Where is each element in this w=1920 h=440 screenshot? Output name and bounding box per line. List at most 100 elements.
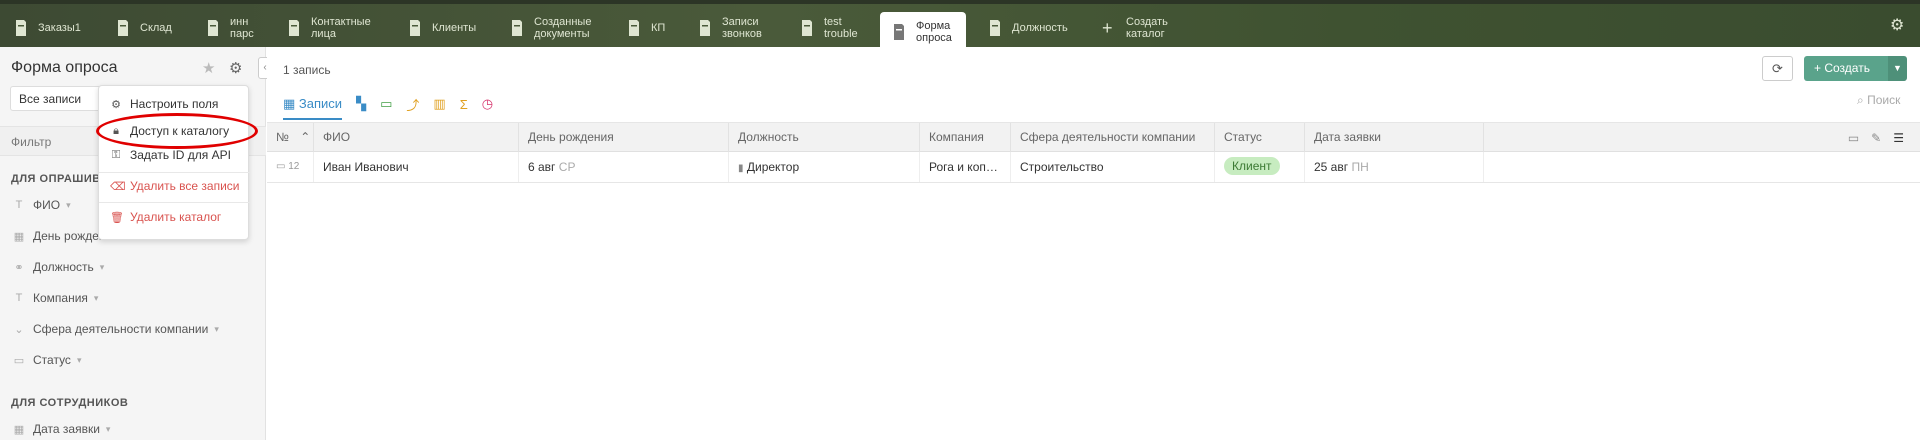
table-header: № ⌃ ФИО День рождения Должность Компания… bbox=[267, 122, 1920, 152]
view-history[interactable]: ◷ bbox=[482, 96, 493, 112]
col-position[interactable]: Должность bbox=[729, 123, 920, 152]
text-type-icon: T bbox=[15, 292, 23, 304]
cell-position[interactable]: ▮ Директор bbox=[729, 152, 920, 182]
catalog-icon bbox=[118, 20, 128, 36]
eraser-icon: ⌫ bbox=[110, 180, 126, 193]
field-status[interactable]: ▭ Статус ▾ bbox=[13, 353, 82, 367]
col-num[interactable]: № ⌃ bbox=[267, 123, 314, 152]
top-tab-bar: Заказы1 Склад инн парс Контактные лица К… bbox=[0, 0, 1920, 51]
menu-label: Удалить каталог bbox=[130, 210, 222, 224]
key-icon: ⚿ bbox=[111, 148, 121, 161]
col-label: День рождения bbox=[528, 130, 614, 144]
menu-label: Настроить поля bbox=[130, 97, 219, 111]
table-icon: ▦ bbox=[283, 96, 296, 111]
view-calendar[interactable]: ▭ bbox=[380, 96, 392, 112]
catalog-icon bbox=[990, 20, 1000, 36]
section-staff: ДЛЯ СОТРУДНИКОВ bbox=[11, 397, 129, 409]
col-sphere[interactable]: Сфера деятельности компании bbox=[1011, 123, 1215, 152]
star-icon[interactable]: ★ bbox=[202, 59, 215, 77]
catalog-icon bbox=[289, 20, 299, 36]
comment-icon[interactable]: ▭ bbox=[1848, 131, 1859, 145]
cell-fio: Иван Иванович bbox=[314, 152, 519, 182]
table-row[interactable]: ▭ 12 Иван Иванович 6 авг СР ▮ Директор Р… bbox=[267, 152, 1920, 183]
tab-kp[interactable]: КП bbox=[627, 10, 665, 46]
catalog-icon bbox=[208, 20, 218, 36]
view-summary[interactable]: Σ bbox=[460, 97, 468, 112]
cell-birthday: 6 авг СР bbox=[519, 152, 729, 182]
create-button[interactable]: + Создать bbox=[1804, 56, 1888, 81]
col-label: № bbox=[276, 130, 289, 144]
col-company[interactable]: Компания bbox=[920, 123, 1011, 152]
menu-configure-fields[interactable]: ⚙ Настроить поля bbox=[110, 97, 218, 111]
chevron-down-icon: ▾ bbox=[214, 323, 219, 334]
tab-calls[interactable]: Записи звонков bbox=[698, 10, 770, 46]
menu-label: Доступ к каталогу bbox=[130, 124, 230, 138]
tab-survey-form[interactable]: Форма опроса bbox=[880, 12, 966, 51]
chevron-down-icon: ▾ bbox=[99, 261, 105, 272]
field-position[interactable]: ⚭ Должность ▾ bbox=[13, 260, 104, 274]
status-badge: Клиент bbox=[1224, 157, 1280, 175]
field-request-date[interactable]: ▦ Дата заявки ▾ bbox=[13, 422, 111, 436]
edit-icon[interactable]: ✎ bbox=[1871, 131, 1881, 145]
tab-create-catalog[interactable]: + Создать каталог bbox=[1102, 10, 1182, 46]
col-status[interactable]: Статус bbox=[1215, 123, 1305, 152]
search-icon: ⌕ bbox=[1857, 93, 1864, 107]
tab-label: test trouble bbox=[824, 16, 858, 40]
tab-label: Клиенты bbox=[432, 22, 477, 34]
plus-icon: + bbox=[1102, 18, 1113, 38]
birthday-value: 6 авг bbox=[528, 160, 556, 174]
field-label: Компания bbox=[33, 291, 88, 305]
field-company[interactable]: T Компания ▾ bbox=[13, 291, 99, 305]
tab-clients[interactable]: Клиенты bbox=[408, 10, 476, 46]
cell-status: Клиент bbox=[1215, 152, 1305, 182]
tab-label: КП bbox=[651, 22, 666, 34]
chevron-down-icon: ▾ bbox=[93, 292, 99, 303]
menu-delete-catalog[interactable]: 🗑︎ Удалить каталог bbox=[110, 210, 221, 224]
tab-test[interactable]: test trouble bbox=[800, 10, 870, 46]
num-value: 12 bbox=[288, 161, 300, 172]
view-gantt[interactable]: ▥ bbox=[433, 96, 445, 112]
col-birthday[interactable]: День рождения bbox=[519, 123, 729, 152]
col-request-date[interactable]: Дата заявки bbox=[1305, 123, 1484, 152]
sort-up-icon: ⌃ bbox=[300, 130, 311, 144]
menu-delete-all-records[interactable]: ⌫ Удалить все записи bbox=[110, 179, 239, 193]
main-content: 1 запись ⟳ + Создать ▼ ▦ Записи ▚ ▭ ⤴ ▥ … bbox=[267, 47, 1920, 440]
gear-icon[interactable]: ⚙ bbox=[1890, 18, 1906, 34]
field-label: Статус bbox=[33, 353, 71, 367]
view-chart[interactable]: ⤴ bbox=[406, 95, 419, 114]
tab-label: инн парс bbox=[230, 16, 254, 40]
view-table[interactable]: ▦ Записи bbox=[283, 96, 343, 120]
status-type-icon: ▭ bbox=[13, 354, 25, 367]
catalog-title: Форма опроса bbox=[11, 59, 118, 76]
create-dropdown-button[interactable]: ▼ bbox=[1888, 56, 1907, 81]
field-sphere[interactable]: ⌄ Сфера деятельности компании ▾ bbox=[13, 322, 219, 336]
tab-orders[interactable]: Заказы1 bbox=[14, 10, 81, 46]
refresh-icon: ⟳ bbox=[1772, 61, 1783, 76]
menu-set-api-id[interactable]: ⚿ Задать ID для API bbox=[110, 148, 231, 162]
gantt-icon: ▥ bbox=[433, 96, 446, 111]
tab-position[interactable]: Должность bbox=[988, 10, 1068, 46]
tab-inn[interactable]: инн парс bbox=[206, 10, 261, 46]
field-fio[interactable]: T ФИО ▾ bbox=[13, 198, 71, 212]
search-label: Поиск bbox=[1867, 93, 1901, 107]
chevron-down-icon: ▾ bbox=[66, 199, 71, 210]
view-select[interactable]: Все записи bbox=[10, 86, 105, 111]
catalog-icon bbox=[894, 23, 904, 40]
menu-divider bbox=[99, 202, 250, 203]
view-cards[interactable]: ▚ bbox=[356, 96, 366, 112]
tab-label: Контактные лица bbox=[311, 16, 371, 40]
settings-gear-icon[interactable]: ⚙ bbox=[229, 59, 242, 77]
menu-label: Удалить все записи bbox=[130, 179, 240, 193]
tab-documents[interactable]: Созданные документы bbox=[510, 10, 602, 46]
col-fio[interactable]: ФИО bbox=[314, 123, 519, 152]
list-icon[interactable]: ☰ bbox=[1893, 131, 1904, 145]
cell-num: ▭ 12 bbox=[267, 152, 314, 182]
tab-contacts[interactable]: Контактные лица bbox=[287, 10, 382, 46]
link-icon: ⚭ bbox=[14, 261, 24, 274]
search-box[interactable]: ⌕ Поиск bbox=[1857, 93, 1900, 108]
refresh-button[interactable]: ⟳ bbox=[1762, 56, 1793, 81]
section-respondents: ДЛЯ ОПРАШИВ bbox=[11, 173, 101, 185]
tab-warehouse[interactable]: Склад bbox=[116, 10, 172, 46]
menu-catalog-access[interactable]: 🔒︎ Доступ к каталогу bbox=[110, 124, 229, 138]
table-tools: ▭ ✎ ☰ bbox=[1848, 131, 1904, 145]
